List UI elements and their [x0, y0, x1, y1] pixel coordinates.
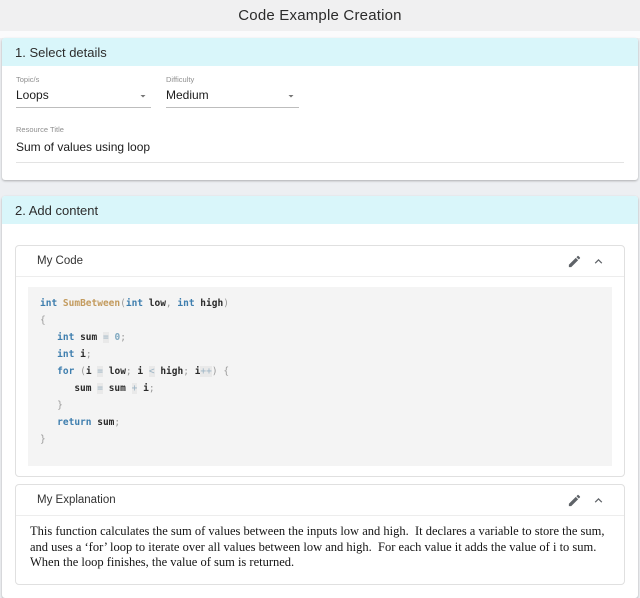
- my-explanation-panel-header: My Explanation: [16, 485, 624, 516]
- code-line: return sum;: [40, 414, 600, 431]
- section-add-content: 2. Add content My Code int SumBetween(in…: [2, 196, 638, 598]
- section-select-details: 1. Select details Topic/s Loops Difficul…: [2, 38, 638, 180]
- code-block: int SumBetween(int low, int high){ int s…: [28, 287, 612, 466]
- topic-select[interactable]: Loops: [16, 88, 151, 108]
- chevron-down-icon: [137, 90, 149, 102]
- code-line: for (i = low; i < high; i++) {: [40, 363, 600, 380]
- resource-title-input[interactable]: Sum of values using loop: [16, 138, 624, 163]
- my-explanation-title: My Explanation: [37, 494, 562, 506]
- pencil-icon: [567, 493, 582, 508]
- topic-value: Loops: [16, 88, 49, 102]
- difficulty-field: Difficulty Medium: [166, 75, 299, 108]
- edit-code-button[interactable]: [562, 250, 586, 272]
- code-line: {: [40, 312, 600, 329]
- my-code-title: My Code: [37, 255, 562, 267]
- app-title-bar: Code Example Creation: [0, 0, 640, 31]
- code-line: }: [40, 397, 600, 414]
- difficulty-select[interactable]: Medium: [166, 88, 299, 108]
- my-explanation-panel: My Explanation This function calculates …: [15, 484, 625, 585]
- resource-title-value: Sum of values using loop: [16, 140, 150, 154]
- title-divider-strip: [0, 31, 640, 38]
- code-panel-body: int SumBetween(int low, int high){ int s…: [16, 277, 624, 476]
- code-line: int SumBetween(int low, int high): [40, 295, 600, 312]
- section-header-select-details: 1. Select details: [2, 38, 638, 66]
- chevron-up-icon: [591, 493, 606, 508]
- difficulty-label: Difficulty: [166, 75, 299, 84]
- chevron-up-icon: [591, 254, 606, 269]
- code-line: }: [40, 431, 600, 448]
- collapse-code-button[interactable]: [586, 250, 610, 272]
- my-code-panel-header: My Code: [16, 246, 624, 277]
- resource-title-label: Resource Title: [16, 125, 624, 134]
- edit-explanation-button[interactable]: [562, 489, 586, 511]
- section-gap: [0, 180, 640, 196]
- pencil-icon: [567, 254, 582, 269]
- select-details-body: Topic/s Loops Difficulty Medium Resource…: [2, 66, 638, 180]
- chevron-down-icon: [285, 90, 297, 102]
- collapse-explanation-button[interactable]: [586, 489, 610, 511]
- topic-field: Topic/s Loops: [16, 75, 151, 108]
- fields-row: Topic/s Loops Difficulty Medium: [16, 75, 624, 108]
- add-content-body: My Code int SumBetween(int low, int high…: [2, 224, 638, 598]
- page-title: Code Example Creation: [238, 7, 401, 24]
- code-line: int sum = 0;: [40, 329, 600, 346]
- explanation-text: This function calculates the sum of valu…: [16, 516, 624, 584]
- section-header-add-content: 2. Add content: [2, 196, 638, 224]
- topic-label: Topic/s: [16, 75, 151, 84]
- code-line: int i;: [40, 346, 600, 363]
- code-line: sum = sum + i;: [40, 380, 600, 397]
- difficulty-value: Medium: [166, 88, 209, 102]
- resource-title-field: Resource Title Sum of values using loop: [16, 125, 624, 163]
- my-code-panel: My Code int SumBetween(int low, int high…: [15, 245, 625, 477]
